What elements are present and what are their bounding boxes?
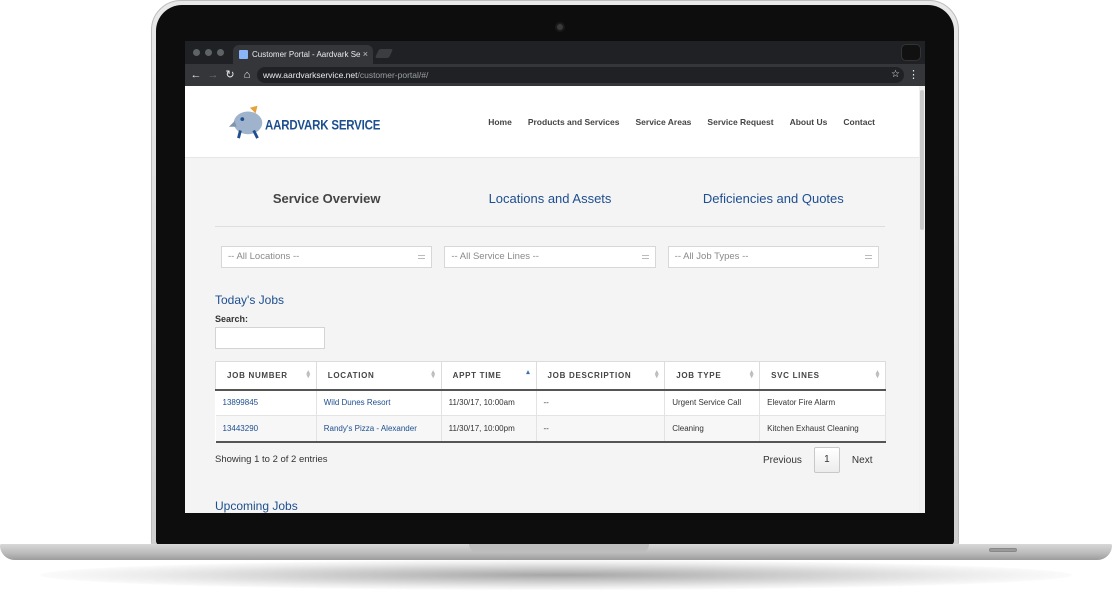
filter-row: -- All Locations -- -- All Service Lines…: [221, 246, 879, 268]
site-header: AARDVARK SERVICE Home Products and Servi…: [185, 86, 919, 158]
sort-icon: ▴ ▾: [431, 369, 436, 380]
job-type-cell: Urgent Service Call: [664, 389, 761, 416]
search-label: Search:: [215, 314, 249, 324]
select-handle-icon: [864, 255, 872, 259]
table-header-row: JOB NUMBER ▴ ▾ LOCATION ▴ ▾ APPT TIME ▴ JOB D…: [215, 361, 886, 391]
window-close-dot[interactable]: [193, 49, 200, 56]
location-link[interactable]: Randy's Pizza - Alexander: [316, 415, 442, 443]
tab-locations-assets[interactable]: Locations and Assets: [438, 171, 661, 226]
bookmark-star-icon[interactable]: ☆: [891, 67, 900, 83]
job-number-link[interactable]: 13899845: [215, 389, 317, 416]
url-path: /customer-portal/#/: [357, 70, 429, 80]
url-domain: www.aardvarkservice.net: [263, 70, 358, 80]
col-appt-time[interactable]: APPT TIME ▴: [440, 361, 537, 391]
reload-icon[interactable]: ↻: [223, 67, 237, 83]
col-svc-lines[interactable]: SVC LINES ▴ ▾: [759, 361, 886, 391]
todays-jobs-title: Today's Jobs: [215, 293, 284, 307]
favicon-icon: [239, 50, 248, 59]
sort-asc-icon: ▴: [526, 369, 531, 376]
sort-icon: ▴ ▾: [749, 369, 755, 380]
browser-tab[interactable]: Customer Portal - Aardvark Se ×: [233, 45, 373, 64]
laptop-port: [989, 548, 1017, 552]
nav-contact[interactable]: Contact: [843, 117, 875, 127]
job-types-select[interactable]: -- All Job Types --: [667, 246, 879, 268]
portal-tabs: Service Overview Locations and Assets De…: [215, 171, 885, 227]
browser-menu-icon[interactable]: ⋮: [908, 67, 919, 83]
description-cell: --: [536, 415, 666, 443]
browser-toolbar: ← → ↻ ⌂ www.aardvarkservice.net/customer…: [185, 64, 925, 86]
browser-tabbar: Customer Portal - Aardvark Se ×: [185, 41, 925, 64]
col-location[interactable]: LOCATION ▴ ▾: [315, 361, 442, 391]
web-page: AARDVARK SERVICE Home Products and Servi…: [185, 86, 925, 513]
camera-icon: [555, 22, 565, 32]
window-minimize-dot[interactable]: [205, 49, 212, 56]
col-job-type[interactable]: JOB TYPE ▴ ▾: [664, 361, 761, 391]
table-row: 13443290 Randy's Pizza - Alexander 11/30…: [215, 415, 886, 443]
profile-button[interactable]: [901, 44, 921, 61]
aardvark-logo-icon[interactable]: [229, 102, 267, 140]
locations-select-value: -- All Locations --: [228, 251, 300, 262]
home-icon[interactable]: ⌂: [240, 67, 254, 83]
job-type-cell: Cleaning: [664, 415, 761, 443]
address-bar[interactable]: www.aardvarkservice.net/customer-portal/…: [257, 67, 904, 83]
logo-text[interactable]: AARDVARK SERVICE: [265, 119, 380, 133]
tab-service-overview[interactable]: Service Overview: [215, 171, 438, 226]
back-icon[interactable]: ←: [189, 67, 203, 83]
select-handle-icon: [641, 255, 649, 259]
main-nav: Home Products and Services Service Areas…: [488, 117, 875, 127]
col-job-description[interactable]: JOB DESCRIPTION ▴ ▾: [535, 361, 666, 391]
location-link[interactable]: Wild Dunes Resort: [316, 389, 442, 416]
job-number-link[interactable]: 13443290: [215, 415, 317, 443]
description-cell: --: [536, 389, 666, 416]
browser-window: Customer Portal - Aardvark Se × ← → ↻ ⌂ …: [185, 41, 925, 513]
window-maximize-dot[interactable]: [217, 49, 224, 56]
todays-jobs-table: JOB NUMBER ▴ ▾ LOCATION ▴ ▾ APPT TIME ▴ JOB D…: [215, 361, 886, 443]
service-lines-select-value: -- All Service Lines --: [451, 251, 539, 262]
select-handle-icon: [418, 255, 426, 259]
svc-lines-cell: Kitchen Exhaust Cleaning: [759, 415, 886, 443]
sort-icon: ▴ ▾: [654, 369, 660, 380]
previous-page-link[interactable]: Previous: [763, 455, 802, 466]
tab-deficiencies-quotes[interactable]: Deficiencies and Quotes: [662, 171, 885, 226]
svc-lines-cell: Elevator Fire Alarm: [759, 389, 886, 416]
nav-products-services[interactable]: Products and Services: [528, 117, 620, 127]
forward-icon[interactable]: →: [206, 67, 220, 83]
upcoming-jobs-title: Upcoming Jobs: [215, 499, 298, 513]
appt-time-cell: 11/30/17, 10:00pm: [441, 415, 537, 443]
search-input[interactable]: [215, 327, 325, 349]
nav-about-us[interactable]: About Us: [790, 117, 828, 127]
new-tab-button[interactable]: [374, 49, 394, 58]
pagination: Previous 1 Next: [763, 447, 872, 473]
nav-service-request[interactable]: Service Request: [707, 117, 773, 127]
job-types-select-value: -- All Job Types --: [674, 251, 749, 262]
table-info-text: Showing 1 to 2 of 2 entries: [215, 454, 328, 465]
page-number-button[interactable]: 1: [813, 447, 840, 473]
table-row: 13899845 Wild Dunes Resort 11/30/17, 10:…: [215, 389, 886, 416]
laptop-shadow: [40, 560, 1072, 590]
service-lines-select[interactable]: -- All Service Lines --: [444, 246, 656, 268]
laptop-notch: [469, 544, 649, 553]
sort-icon: ▴ ▾: [875, 369, 880, 380]
col-job-number[interactable]: JOB NUMBER ▴ ▾: [215, 361, 317, 391]
locations-select[interactable]: -- All Locations --: [221, 246, 433, 268]
sort-icon: ▴ ▾: [306, 369, 311, 380]
tab-title: Customer Portal - Aardvark Se: [252, 50, 361, 59]
page-scrollbar[interactable]: [919, 86, 925, 513]
appt-time-cell: 11/30/17, 10:00am: [441, 389, 537, 416]
nav-service-areas[interactable]: Service Areas: [635, 117, 691, 127]
laptop-mockup: Customer Portal - Aardvark Se × ← → ↻ ⌂ …: [0, 0, 1112, 600]
nav-home[interactable]: Home: [488, 117, 512, 127]
next-page-link[interactable]: Next: [852, 455, 873, 466]
tab-close-icon[interactable]: ×: [363, 45, 368, 64]
scrollbar-thumb[interactable]: [920, 90, 924, 230]
